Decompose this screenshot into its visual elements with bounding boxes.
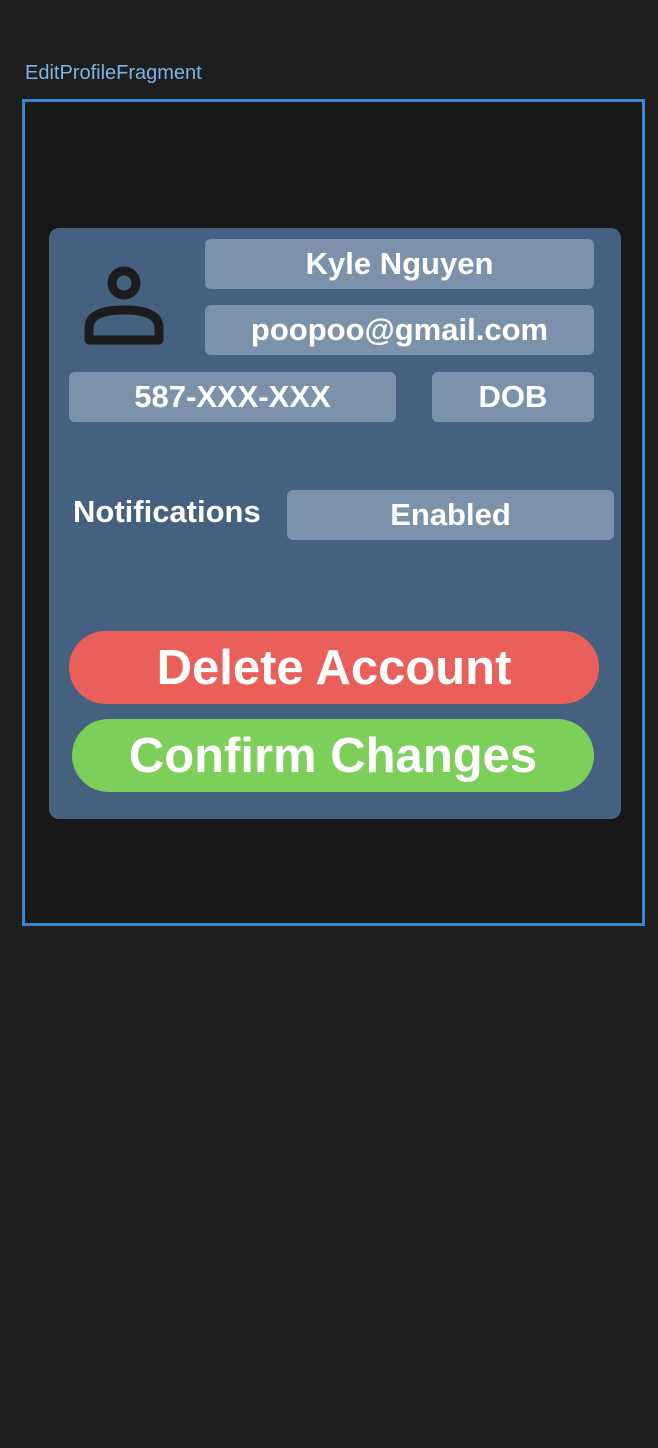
- confirm-changes-button[interactable]: Confirm Changes: [72, 719, 594, 792]
- frame-label: EditProfileFragment: [25, 62, 202, 84]
- notifications-label: Notifications: [73, 494, 261, 529]
- phone-field[interactable]: 587-XXX-XXX: [69, 372, 396, 422]
- email-field[interactable]: poopoo@gmail.com: [205, 305, 594, 355]
- delete-account-button[interactable]: Delete Account: [69, 631, 599, 704]
- dob-field[interactable]: DOB: [432, 372, 594, 422]
- name-field[interactable]: Kyle Nguyen: [205, 239, 594, 289]
- person-icon: [79, 258, 169, 348]
- profile-card: Kyle Nguyen poopoo@gmail.com 587-XXX-XXX…: [49, 228, 621, 819]
- edit-profile-frame: Kyle Nguyen poopoo@gmail.com 587-XXX-XXX…: [22, 99, 645, 926]
- notifications-toggle[interactable]: Enabled: [287, 490, 614, 540]
